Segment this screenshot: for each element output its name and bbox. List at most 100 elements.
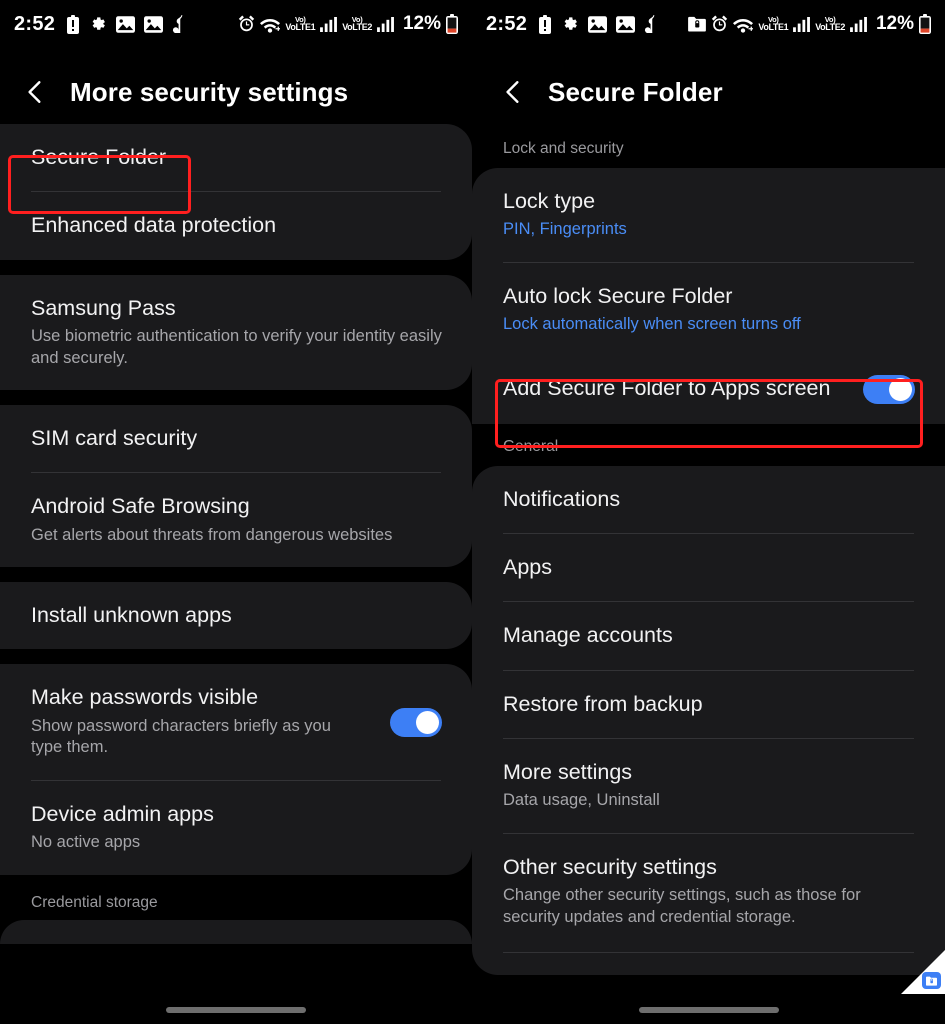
page-fold-corner	[901, 950, 945, 994]
right-phone-screen: 2:52 Vo) VoLTE1 Vo) VoLTE2 12% Secure Fo…	[472, 0, 945, 1024]
settings-card-lock: Lock type PIN, Fingerprints Auto lock Se…	[472, 168, 945, 424]
gear-icon	[560, 15, 579, 34]
list-item-title: More settings	[503, 760, 633, 785]
list-item-title: Restore from backup	[503, 691, 703, 716]
list-item-other-security-settings[interactable]: Other security settings Change other sec…	[472, 834, 945, 952]
list-item-secure-folder[interactable]: Secure Folder	[0, 124, 472, 191]
secure-folder-badge-icon	[922, 972, 941, 989]
list-item-auto-lock-secure-folder[interactable]: Auto lock Secure Folder Lock automatical…	[472, 263, 945, 357]
image-icon	[116, 15, 136, 33]
list-item-title: Other security settings	[503, 854, 717, 879]
status-bar-right-group: Vo) VoLTE1 Vo) VoLTE2 12%	[238, 13, 458, 35]
list-item-subtitle: Lock automatically when screen turns off	[503, 315, 801, 334]
list-item-enhanced-data-protection[interactable]: Enhanced data protection	[0, 192, 472, 259]
image-icon	[616, 15, 636, 33]
toggle-knob	[889, 377, 912, 401]
wifi-icon	[260, 16, 281, 33]
list-item-title: Auto lock Secure Folder	[503, 283, 733, 308]
list-item-subtitle: Get alerts about threats from dangerous …	[31, 525, 393, 544]
list-item-apps[interactable]: Apps	[472, 534, 945, 601]
section-header-credential-storage: Credential storage	[31, 893, 158, 911]
settings-scroll-area-left[interactable]: Secure Folder Enhanced data protection S…	[0, 124, 472, 944]
back-arrow-icon[interactable]	[500, 79, 526, 105]
home-indicator[interactable]	[638, 1007, 779, 1013]
battery-percent-label: 12%	[402, 13, 441, 34]
dual-screenshot-container: 2:52 Vo) VoLTE1 Vo) VoLTE2 12% More secu…	[0, 0, 945, 1024]
list-item-title: Install unknown apps	[31, 603, 232, 628]
page-title: Secure Folder	[548, 76, 723, 107]
list-item-subtitle: Use biometric authentication to verify y…	[31, 327, 442, 367]
list-item-sim-card-security[interactable]: SIM card security	[0, 405, 472, 472]
settings-card: Secure Folder Enhanced data protection	[0, 124, 472, 260]
list-item-subtitle: Change other security settings, such as …	[503, 886, 861, 926]
image-icon	[588, 15, 608, 33]
home-indicator[interactable]	[166, 1007, 306, 1013]
battery-icon	[446, 14, 458, 34]
settings-card-general: Notifications Apps Manage accounts Resto…	[472, 465, 945, 976]
signal-bars-icon	[320, 16, 338, 32]
wifi-icon	[733, 16, 754, 33]
list-item-add-secure-folder-to-apps-screen[interactable]: Add Secure Folder to Apps screen	[472, 357, 945, 424]
volte1-icon: Vo) VoLTE1	[285, 14, 316, 33]
list-item-title: Notifications	[503, 486, 621, 511]
signal-bars-icon	[377, 16, 394, 32]
list-item-title: Enhanced data protection	[31, 213, 277, 238]
page-header-right: Secure Folder	[472, 60, 945, 124]
list-item-subtitle: Show password characters briefly as you …	[31, 716, 331, 757]
list-item-samsung-pass[interactable]: Samsung Pass Use biometric authenticatio…	[0, 275, 472, 390]
battery-percent-label: 12%	[875, 13, 914, 34]
settings-card: SIM card security Android Safe Browsing …	[0, 404, 472, 568]
status-bar-left: 2:52 Vo) VoLTE1 Vo) VoLTE2 12%	[0, 0, 472, 48]
settings-card: Samsung Pass Use biometric authenticatio…	[0, 274, 472, 390]
add-secure-folder-to-apps-screen-toggle[interactable]	[863, 374, 915, 404]
music-note-icon	[644, 15, 659, 33]
status-bar-left-group: 2:52	[14, 13, 187, 36]
section-header-lock-and-security: Lock and security	[503, 140, 624, 157]
page-header-left: More security settings	[0, 60, 472, 124]
list-item-title: Samsung Pass	[31, 295, 176, 320]
list-item-title: Apps	[503, 554, 553, 579]
alarm-icon	[238, 15, 255, 33]
volte2-icon: Vo) VoLTE2	[815, 14, 845, 33]
battery-icon	[919, 14, 931, 34]
battery-alert-icon	[539, 14, 552, 34]
list-item-title: Secure Folder	[31, 145, 167, 169]
status-bar-clock: 2:52	[486, 12, 528, 35]
make-passwords-visible-toggle[interactable]	[390, 707, 442, 737]
list-item-title: Android Safe Browsing	[31, 494, 250, 519]
status-bar-clock: 2:52	[14, 12, 56, 35]
list-item-subtitle: No active apps	[31, 833, 141, 852]
left-phone-screen: 2:52 Vo) VoLTE1 Vo) VoLTE2 12% More secu…	[0, 0, 472, 1024]
secure-folder-icon	[688, 16, 707, 32]
list-item-title: Lock type	[503, 189, 596, 213]
list-item-title: Add Secure Folder to Apps screen	[503, 376, 831, 401]
settings-scroll-area-right[interactable]: Lock and security Lock type PIN, Fingerp…	[472, 124, 945, 976]
status-bar-left-group: 2:52	[486, 13, 659, 36]
back-arrow-icon[interactable]	[22, 79, 48, 105]
alarm-icon	[711, 15, 728, 33]
list-item-title: SIM card security	[31, 425, 198, 450]
list-item-android-safe-browsing[interactable]: Android Safe Browsing Get alerts about t…	[0, 473, 472, 567]
page-title: More security settings	[70, 76, 349, 107]
list-item-lock-type[interactable]: Lock type PIN, Fingerprints	[472, 168, 945, 262]
toggle-knob	[416, 710, 439, 734]
settings-card: Make passwords visible Show password cha…	[0, 664, 472, 875]
gear-icon	[88, 15, 107, 34]
list-item-notifications[interactable]: Notifications	[472, 466, 945, 533]
settings-card-partial	[0, 919, 472, 944]
card-bottom-spacer	[472, 953, 945, 975]
list-item-install-unknown-apps[interactable]: Install unknown apps	[0, 582, 472, 649]
image-icon	[144, 15, 164, 33]
list-item-subtitle: PIN, Fingerprints	[503, 220, 627, 239]
list-item-manage-accounts[interactable]: Manage accounts	[472, 602, 945, 669]
list-item-more-settings[interactable]: More settings Data usage, Uninstall	[472, 739, 945, 833]
battery-alert-icon	[67, 14, 80, 34]
volte2-icon: Vo) VoLTE2	[342, 14, 372, 33]
list-item-title: Manage accounts	[503, 623, 673, 648]
status-bar-right-group: Vo) VoLTE1 Vo) VoLTE2 12%	[688, 13, 931, 35]
list-item-device-admin-apps[interactable]: Device admin apps No active apps	[0, 781, 472, 875]
list-item-subtitle: Data usage, Uninstall	[503, 791, 660, 810]
list-item-restore-from-backup[interactable]: Restore from backup	[472, 671, 945, 738]
list-item-make-passwords-visible[interactable]: Make passwords visible Show password cha…	[0, 664, 472, 779]
status-bar-right: 2:52 Vo) VoLTE1 Vo) VoLTE2 12%	[472, 0, 945, 48]
